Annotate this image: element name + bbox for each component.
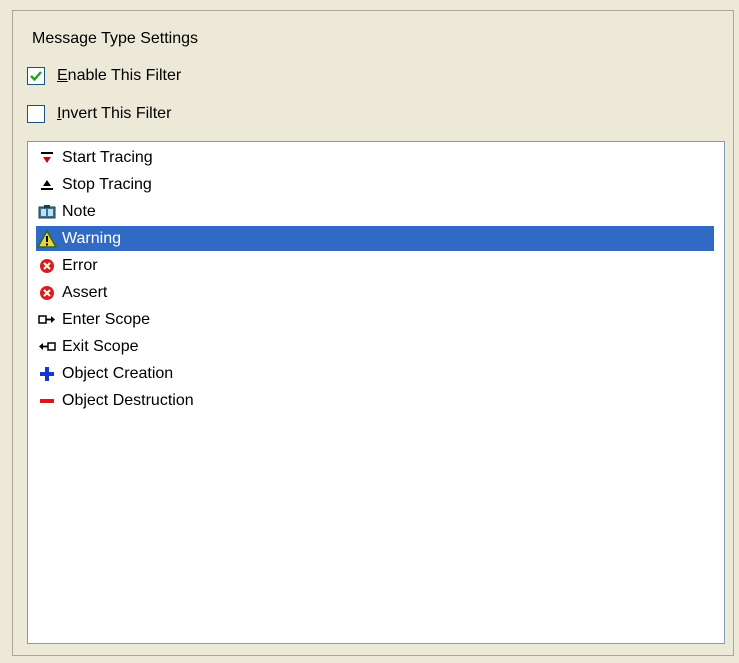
list-item-enter-scope[interactable]: Enter Scope: [36, 307, 714, 332]
object-destruction-icon: [36, 391, 58, 411]
list-item-label: Warning: [62, 229, 121, 247]
note-icon: [36, 202, 58, 222]
stop-tracing-icon: [36, 175, 58, 195]
group-title: Message Type Settings: [32, 30, 199, 47]
enter-scope-icon: [36, 310, 58, 330]
warning-icon: [36, 229, 58, 249]
list-item-object-destruction[interactable]: Object Destruction: [36, 388, 714, 413]
list-item-exit-scope[interactable]: Exit Scope: [36, 334, 714, 359]
list-item-label: Assert: [62, 283, 108, 301]
start-tracing-icon: [36, 148, 58, 168]
list-item-assert[interactable]: Assert: [36, 280, 714, 305]
list-item-start-tracing[interactable]: Start Tracing: [36, 145, 714, 170]
list-item-error[interactable]: Error: [36, 253, 714, 278]
list-item-note[interactable]: Note: [36, 199, 714, 224]
invert-filter-checkbox[interactable]: [27, 105, 45, 123]
list-item-stop-tracing[interactable]: Stop Tracing: [36, 172, 714, 197]
assert-icon: [36, 283, 58, 303]
enable-filter-checkbox[interactable]: [27, 67, 45, 85]
list-item-label: Exit Scope: [62, 337, 139, 355]
list-item-warning[interactable]: Warning: [36, 226, 714, 251]
invert-filter-checkbox-row[interactable]: Invert This Filter: [27, 105, 171, 123]
error-icon: [36, 256, 58, 276]
list-item-label: Start Tracing: [62, 148, 153, 166]
exit-scope-icon: [36, 337, 58, 357]
message-type-settings-panel: Message Type Settings Enable This Filter…: [12, 10, 734, 656]
checkmark-icon: [30, 71, 42, 82]
invert-filter-label: Invert This Filter: [57, 105, 172, 122]
list-item-label: Object Destruction: [62, 391, 194, 409]
list-item-label: Stop Tracing: [62, 175, 152, 193]
list-item-label: Enter Scope: [62, 310, 151, 328]
message-type-list[interactable]: Start Tracing Stop Tracing Note Warning: [27, 141, 725, 644]
list-item-label: Object Creation: [62, 364, 174, 382]
list-item-label: Error: [62, 256, 98, 274]
object-creation-icon: [36, 364, 58, 384]
enable-filter-label: Enable This Filter: [57, 67, 182, 84]
list-item-label: Note: [62, 202, 96, 220]
list-item-object-creation[interactable]: Object Creation: [36, 361, 714, 386]
enable-filter-checkbox-row[interactable]: Enable This Filter: [27, 67, 181, 85]
